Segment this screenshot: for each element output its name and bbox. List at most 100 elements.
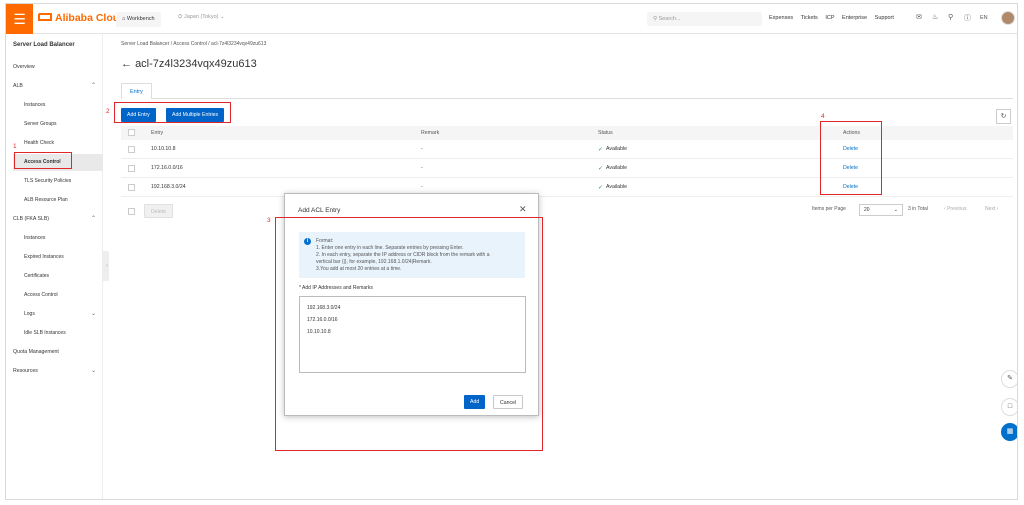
chevron-down-icon[interactable]: ⌄ (91, 367, 96, 374)
annotation-label-4: 4 (821, 113, 825, 120)
entry-cell: 10.10.10.8 (151, 146, 176, 152)
search-input[interactable]: ⚲ Search... (647, 12, 762, 26)
annotation-box-2 (114, 102, 231, 123)
logo-text: Alibaba Cloud (55, 12, 126, 24)
dialog-title: Add ACL Entry (298, 207, 341, 214)
previous-button[interactable]: ‹ Previous (944, 206, 967, 212)
top-bar: ☰ Alibaba Cloud ⌂ Workbench ⛭ Japan (Tok… (6, 4, 1017, 34)
location-icon[interactable]: ⚲ (948, 13, 953, 21)
annotation-label-3: 3 (267, 217, 271, 224)
edit-icon[interactable]: ✎ (1001, 370, 1017, 388)
chevron-left-icon: ‹ (944, 206, 946, 212)
remark-cell: - (421, 146, 423, 152)
entry-cell: 192.168.3.0/24 (151, 184, 186, 190)
breadcrumb[interactable]: Server Load Balancer / Access Control / … (121, 41, 266, 47)
status-text: Available (606, 165, 627, 171)
apps-icon[interactable]: ▦ (1001, 423, 1017, 441)
language-switch[interactable]: EN (980, 15, 988, 21)
sidebar-item-quota[interactable]: Quota Management (13, 349, 59, 355)
page-title: ← acl-7z4l3234vqx49zu613 (121, 58, 257, 70)
sidebar-item-alb-instances[interactable]: Instances (24, 102, 45, 108)
sidebar: Server Load Balancer Overview ALB ⌃ Inst… (6, 34, 103, 499)
chevron-up-icon[interactable]: ⌃ (91, 82, 96, 89)
back-arrow-icon[interactable]: ← (121, 58, 132, 70)
sidebar-title: Server Load Balancer (13, 42, 75, 48)
sidebar-item-clb-access-control[interactable]: Access Control (24, 292, 58, 298)
page-title-text: acl-7z4l3234vqx49zu613 (135, 58, 257, 70)
menu-icon[interactable]: ☰ (6, 4, 33, 34)
sidebar-item-alb-resource-plan[interactable]: ALB Resource Plan (24, 197, 68, 203)
sidebar-item-idle-slb[interactable]: Idle SLB Instances (24, 330, 66, 336)
col-entry: Entry (151, 130, 164, 136)
chevron-down-icon[interactable]: ⌄ (91, 310, 96, 317)
avatar[interactable] (1001, 11, 1015, 25)
sidebar-item-overview[interactable]: Overview (13, 64, 35, 70)
chevron-down-icon: ⌄ (893, 207, 898, 213)
row-checkbox[interactable] (128, 184, 135, 191)
tab-entry[interactable]: Entry (121, 83, 152, 99)
sidebar-item-clb-instances[interactable]: Instances (24, 235, 45, 241)
top-nav: Expenses Tickets ICP Enterprise Support (769, 15, 900, 21)
check-icon: ✓ (598, 184, 604, 191)
annotation-box-3 (275, 217, 543, 451)
status-cell: ✓ Available (598, 178, 627, 196)
col-remark: Remark (421, 130, 440, 136)
select-all-checkbox[interactable] (128, 129, 135, 136)
col-status: Status (598, 130, 613, 136)
bulk-select-checkbox[interactable] (128, 208, 135, 215)
sidebar-item-resources[interactable]: Resources (13, 368, 38, 374)
feedback-icon[interactable]: □ (1001, 398, 1017, 416)
sidebar-item-health-check[interactable]: Health Check (24, 140, 54, 146)
nav-icp[interactable]: ICP (825, 15, 834, 21)
entry-cell: 172.16.0.0/16 (151, 165, 183, 171)
previous-label: Previous (947, 206, 967, 212)
console-window: ☰ Alibaba Cloud ⌂ Workbench ⛭ Japan (Tok… (5, 3, 1018, 500)
workbench-button[interactable]: ⌂ Workbench (116, 12, 161, 27)
sidebar-group-clb[interactable]: CLB (FKA SLB) (13, 216, 49, 222)
chevron-up-icon[interactable]: ⌃ (91, 215, 96, 222)
status-text: Available (606, 184, 627, 190)
tab-bar: Entry (121, 83, 1013, 99)
status-text: Available (606, 146, 627, 152)
sidebar-group-alb[interactable]: ALB (13, 83, 23, 89)
region-selector[interactable]: ⛭ Japan (Tokyo) ⌄ (178, 14, 225, 21)
items-per-page-label: Items per Page (812, 206, 846, 212)
close-icon[interactable]: ✕ (519, 204, 527, 215)
page-size-select[interactable]: 20 ⌄ (859, 204, 903, 216)
logo-mark-icon (38, 13, 52, 22)
status-cell: ✓ Available (598, 159, 627, 177)
alibaba-cloud-logo[interactable]: Alibaba Cloud (38, 12, 126, 24)
next-label: Next (985, 206, 996, 212)
row-checkbox[interactable] (128, 146, 135, 153)
main-content: Server Load Balancer / Access Control / … (109, 34, 1017, 499)
search-icon: ⚲ (653, 16, 658, 22)
page-size-value: 20 (864, 207, 870, 213)
refresh-icon[interactable]: ↻ (996, 109, 1011, 124)
nav-expenses[interactable]: Expenses (769, 15, 793, 21)
sidebar-item-server-groups[interactable]: Server Groups (24, 121, 57, 127)
sidebar-item-certificates[interactable]: Certificates (24, 273, 49, 279)
bulk-delete-button[interactable]: Delete (144, 204, 173, 218)
total-count: 3 in Total (908, 206, 928, 212)
annotation-box-4 (820, 121, 882, 195)
chevron-right-icon: › (996, 206, 999, 212)
sidebar-item-logs[interactable]: Logs (24, 311, 35, 317)
message-icon[interactable]: ✉ (916, 13, 922, 21)
bell-icon[interactable]: ♨ (932, 13, 938, 21)
nav-tickets[interactable]: Tickets (801, 15, 818, 21)
status-cell: ✓ Available (598, 140, 627, 158)
next-button[interactable]: Next › (985, 206, 998, 212)
region-label: Japan (Tokyo) (183, 14, 219, 20)
sidebar-item-tls-policies[interactable]: TLS Security Policies (24, 178, 71, 184)
check-icon: ✓ (598, 146, 604, 153)
sidebar-item-expired-instances[interactable]: Expired Instances (24, 254, 64, 260)
remark-cell: - (421, 165, 423, 171)
check-icon: ✓ (598, 165, 604, 172)
annotation-label-2: 2 (106, 108, 110, 115)
help-icon[interactable]: ⓘ (964, 13, 971, 23)
workbench-label: Workbench (126, 16, 155, 22)
nav-support[interactable]: Support (875, 15, 894, 21)
search-placeholder: Search... (658, 16, 681, 22)
nav-enterprise[interactable]: Enterprise (842, 15, 867, 21)
row-checkbox[interactable] (128, 165, 135, 172)
